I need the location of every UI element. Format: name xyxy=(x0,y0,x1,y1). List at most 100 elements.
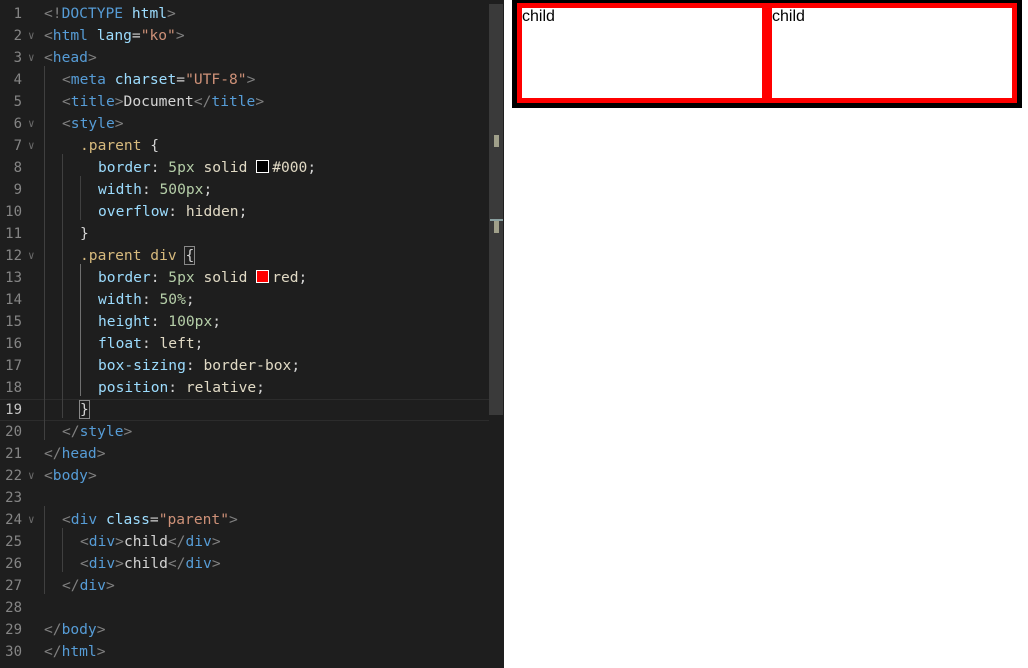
code-line[interactable]: 19} xyxy=(0,399,489,421)
indent-guide xyxy=(44,66,45,440)
code-token: hidden xyxy=(185,203,239,220)
code-text: } xyxy=(79,400,90,420)
code-line[interactable]: 21 </head> xyxy=(0,443,489,465)
code-token: </ xyxy=(167,533,186,550)
code-token: 5px xyxy=(168,269,195,286)
code-line[interactable]: 25 <div>child</div> xyxy=(0,531,489,553)
code-token: = xyxy=(176,71,186,88)
code-token: ; xyxy=(185,291,195,308)
fold-chevron-icon[interactable]: ∨ xyxy=(28,47,35,69)
code-line[interactable]: 6 ∨ <style> xyxy=(0,113,489,135)
code-line[interactable]: 22 ∨ <body> xyxy=(0,465,489,487)
code-text: <body> xyxy=(44,465,97,487)
code-line[interactable]: 12 ∨ .parent div { xyxy=(0,245,489,267)
code-line[interactable]: 9 width: 500px; xyxy=(0,179,489,201)
code-text: <style> xyxy=(62,113,124,135)
code-token: 50% xyxy=(159,291,186,308)
code-line[interactable]: 26 <div>child</div> xyxy=(0,553,489,575)
code-text: <title>Document</title> xyxy=(62,91,264,113)
code-line[interactable]: 3 ∨ <head> xyxy=(0,47,489,69)
code-token: } xyxy=(80,225,89,242)
code-line[interactable]: 8 border: 5px solid #000; xyxy=(0,157,489,179)
code-line[interactable]: 23 xyxy=(0,487,489,509)
matched-bracket: { xyxy=(184,246,196,265)
code-token: < xyxy=(62,115,71,132)
code-line[interactable]: 1 <!DOCTYPE html> xyxy=(0,3,489,25)
code-line[interactable]: 18 position: relative; xyxy=(0,377,489,399)
line-number: 29 xyxy=(5,622,22,638)
code-token: left xyxy=(159,335,195,352)
code-text: width: 50%; xyxy=(98,289,195,311)
line-number: 1 xyxy=(13,6,22,22)
code-line[interactable]: 2 ∨ <html lang="ko"> xyxy=(0,25,489,47)
color-swatch-icon[interactable] xyxy=(256,160,270,173)
code-line[interactable]: 4 <meta charset="UTF-8"> xyxy=(0,69,489,91)
line-number: 4 xyxy=(13,72,22,88)
code-token: > xyxy=(87,49,97,66)
code-token: > xyxy=(115,555,124,572)
code-line[interactable]: 13 border: 5px solid red; xyxy=(0,267,489,289)
code-token: div xyxy=(70,511,98,528)
scrollbar-marker xyxy=(494,135,499,147)
code-token: { xyxy=(141,137,160,154)
scrollbar-marker xyxy=(494,221,499,233)
code-token: < xyxy=(44,467,53,484)
code-line[interactable]: 16 float: left; xyxy=(0,333,489,355)
line-number: 5 xyxy=(13,94,22,110)
code-line[interactable]: 14 width: 50%; xyxy=(0,289,489,311)
code-line[interactable]: 11} xyxy=(0,223,489,245)
fold-chevron-icon[interactable]: ∨ xyxy=(28,509,35,531)
code-text: </body> xyxy=(44,619,106,641)
code-line[interactable]: 10 overflow: hidden; xyxy=(0,201,489,223)
code-text: .parent { xyxy=(80,135,159,157)
code-line[interactable]: 20 </style> xyxy=(0,421,489,443)
code-token: ; xyxy=(212,313,222,330)
code-text: height: 100px; xyxy=(98,311,221,333)
code-line[interactable]: 24 ∨ <div class="parent"> xyxy=(0,509,489,531)
code-token: : xyxy=(168,379,186,396)
browser-preview: child child xyxy=(504,0,1028,668)
code-token: Document xyxy=(123,93,194,110)
code-line[interactable]: 7 ∨ .parent { xyxy=(0,135,489,157)
code-token: > xyxy=(246,71,256,88)
code-token: 100px xyxy=(168,313,213,330)
code-token: ; xyxy=(194,335,204,352)
fold-chevron-icon[interactable]: ∨ xyxy=(28,113,35,135)
fold-chevron-icon[interactable]: ∨ xyxy=(28,465,35,487)
indent-guide xyxy=(44,506,45,594)
code-token: : xyxy=(141,335,160,352)
color-swatch-icon[interactable] xyxy=(256,270,270,283)
line-number: 25 xyxy=(5,534,22,550)
code-token: </ xyxy=(44,621,62,638)
code-token: div xyxy=(88,555,116,572)
code-text: } xyxy=(80,223,89,245)
code-token: .parent div xyxy=(80,247,177,264)
code-text: .parent div { xyxy=(80,245,196,267)
code-token: div xyxy=(88,533,116,550)
fold-chevron-icon[interactable]: ∨ xyxy=(28,245,35,267)
line-number: 21 xyxy=(5,446,22,462)
code-line[interactable]: 29 </body> xyxy=(0,619,489,641)
code-line[interactable]: 15 height: 100px; xyxy=(0,311,489,333)
code-token: html xyxy=(52,27,88,44)
code-line[interactable]: 27 </div> xyxy=(0,575,489,597)
code-token: meta xyxy=(70,71,106,88)
code-token: solid xyxy=(203,159,248,176)
line-number: 10 xyxy=(5,204,22,220)
fold-chevron-icon[interactable]: ∨ xyxy=(28,135,35,157)
line-number: 23 xyxy=(5,490,22,506)
code-line[interactable]: 30 </html> xyxy=(0,641,489,663)
fold-chevron-icon[interactable]: ∨ xyxy=(28,25,35,47)
code-line[interactable]: 5 <title>Document</title> xyxy=(0,91,489,113)
code-token: title xyxy=(211,93,256,110)
code-token: < xyxy=(80,555,89,572)
code-line[interactable]: 17 box-sizing: border-box; xyxy=(0,355,489,377)
code-line[interactable]: 28 xyxy=(0,597,489,619)
editor-scrollbar[interactable] xyxy=(489,4,503,415)
code-token: "parent" xyxy=(158,511,229,528)
code-token: 5px xyxy=(168,159,195,176)
code-editor[interactable]: 1 <!DOCTYPE html> 2 ∨ <html lang="ko"> 3 ∨ <hea… xyxy=(0,0,504,668)
code-token: float xyxy=(98,335,142,352)
code-text: float: left; xyxy=(98,333,203,355)
